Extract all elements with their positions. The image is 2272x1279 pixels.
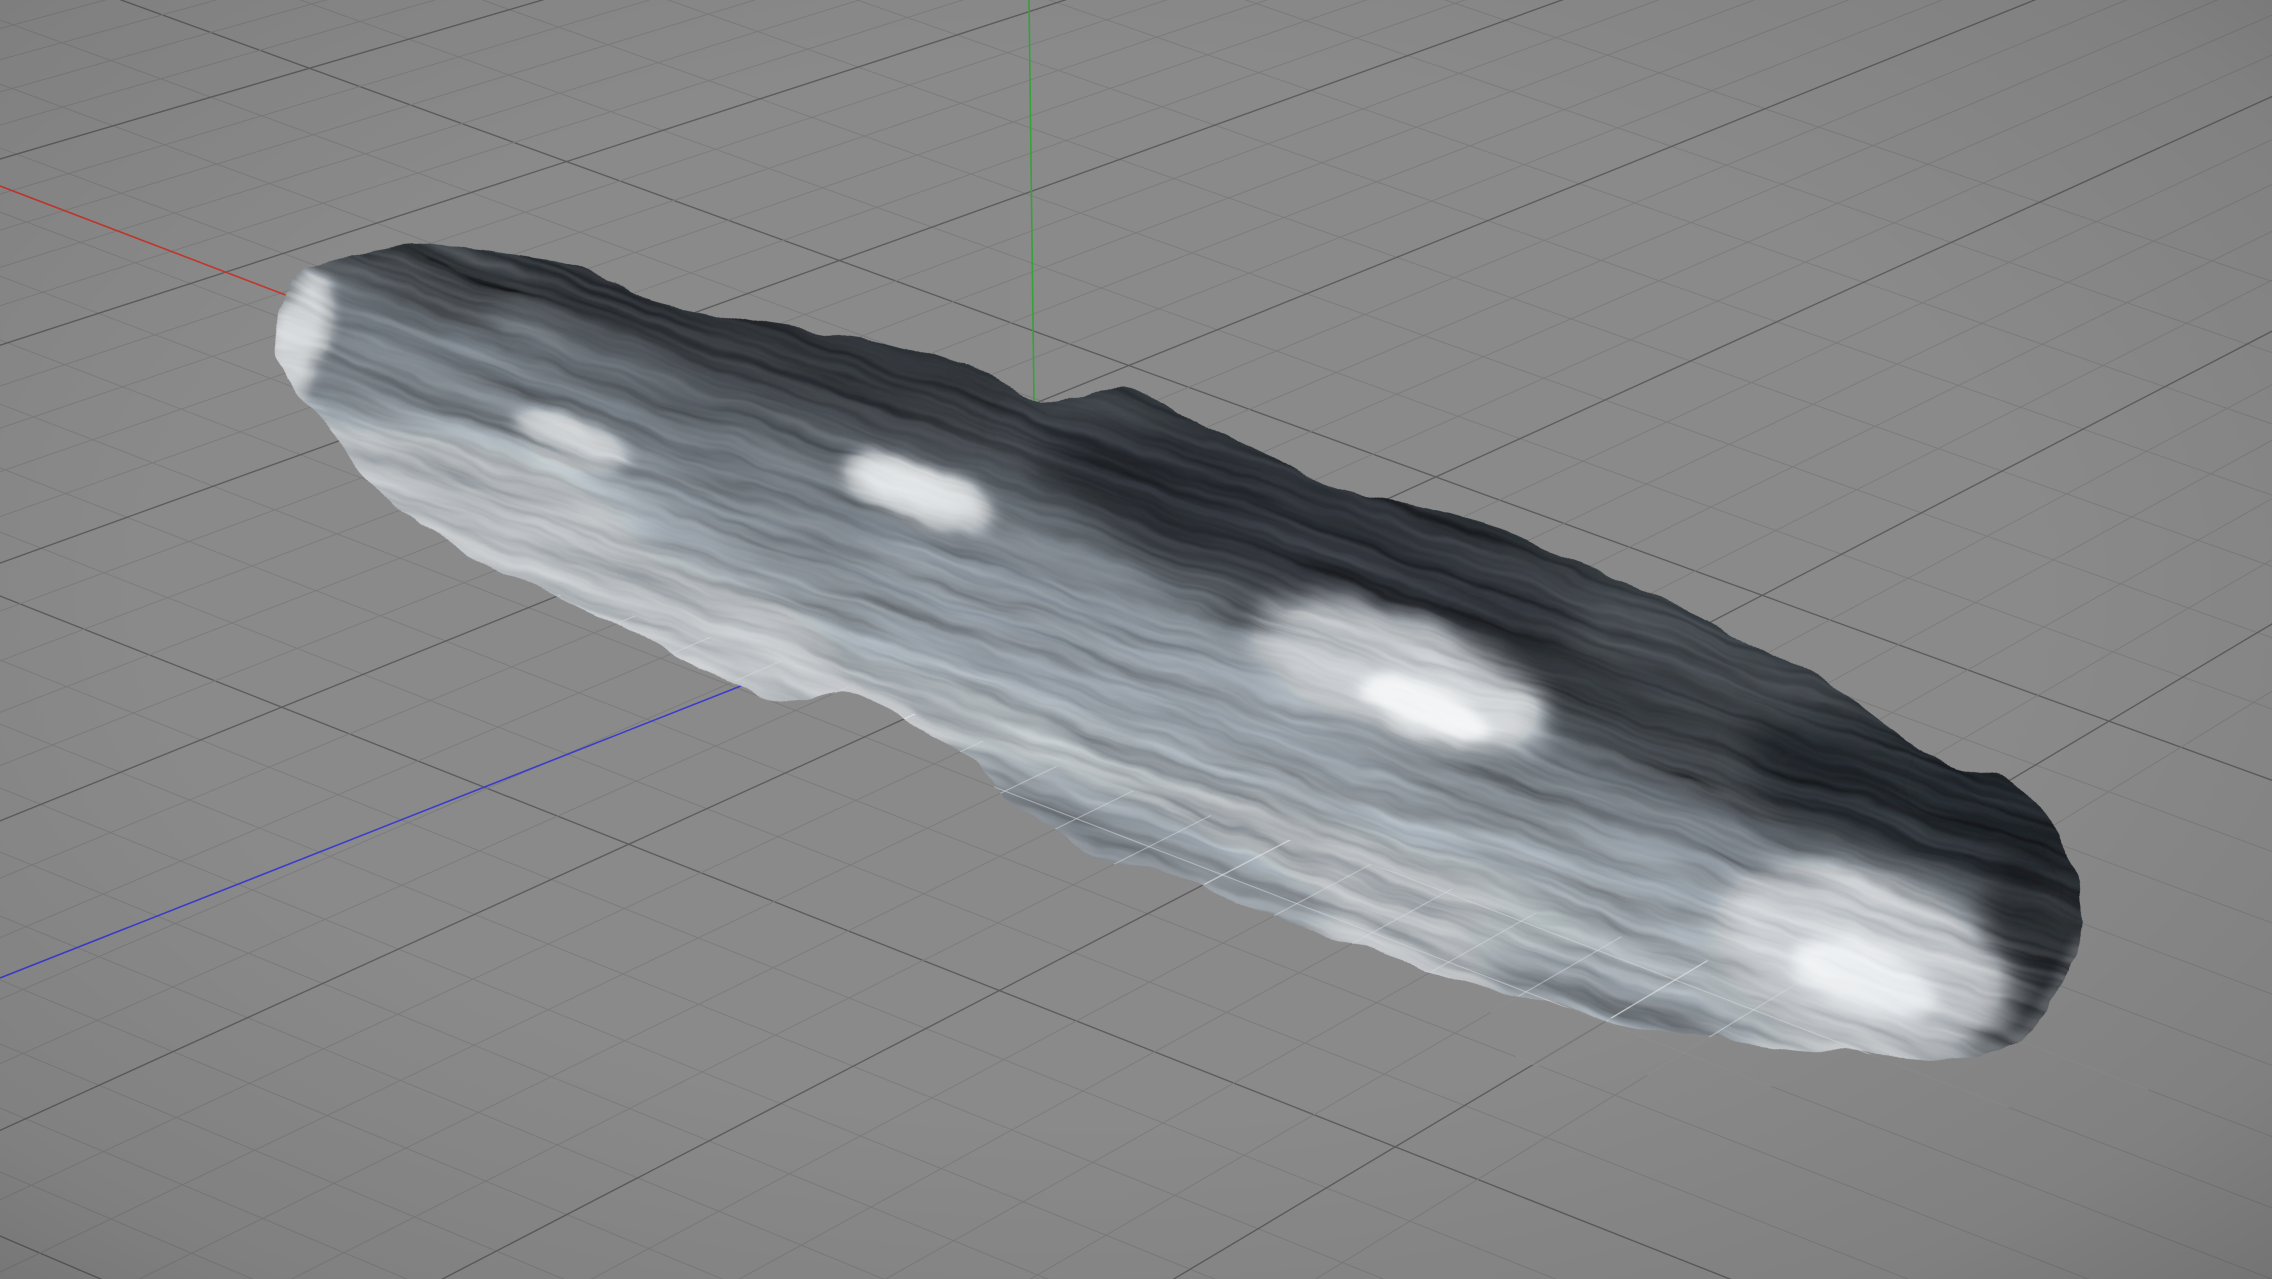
viewport-canvas[interactable] [0, 0, 2272, 1279]
viewport-3d[interactable] [0, 0, 2272, 1279]
vignette-overlay [0, 0, 2272, 1279]
